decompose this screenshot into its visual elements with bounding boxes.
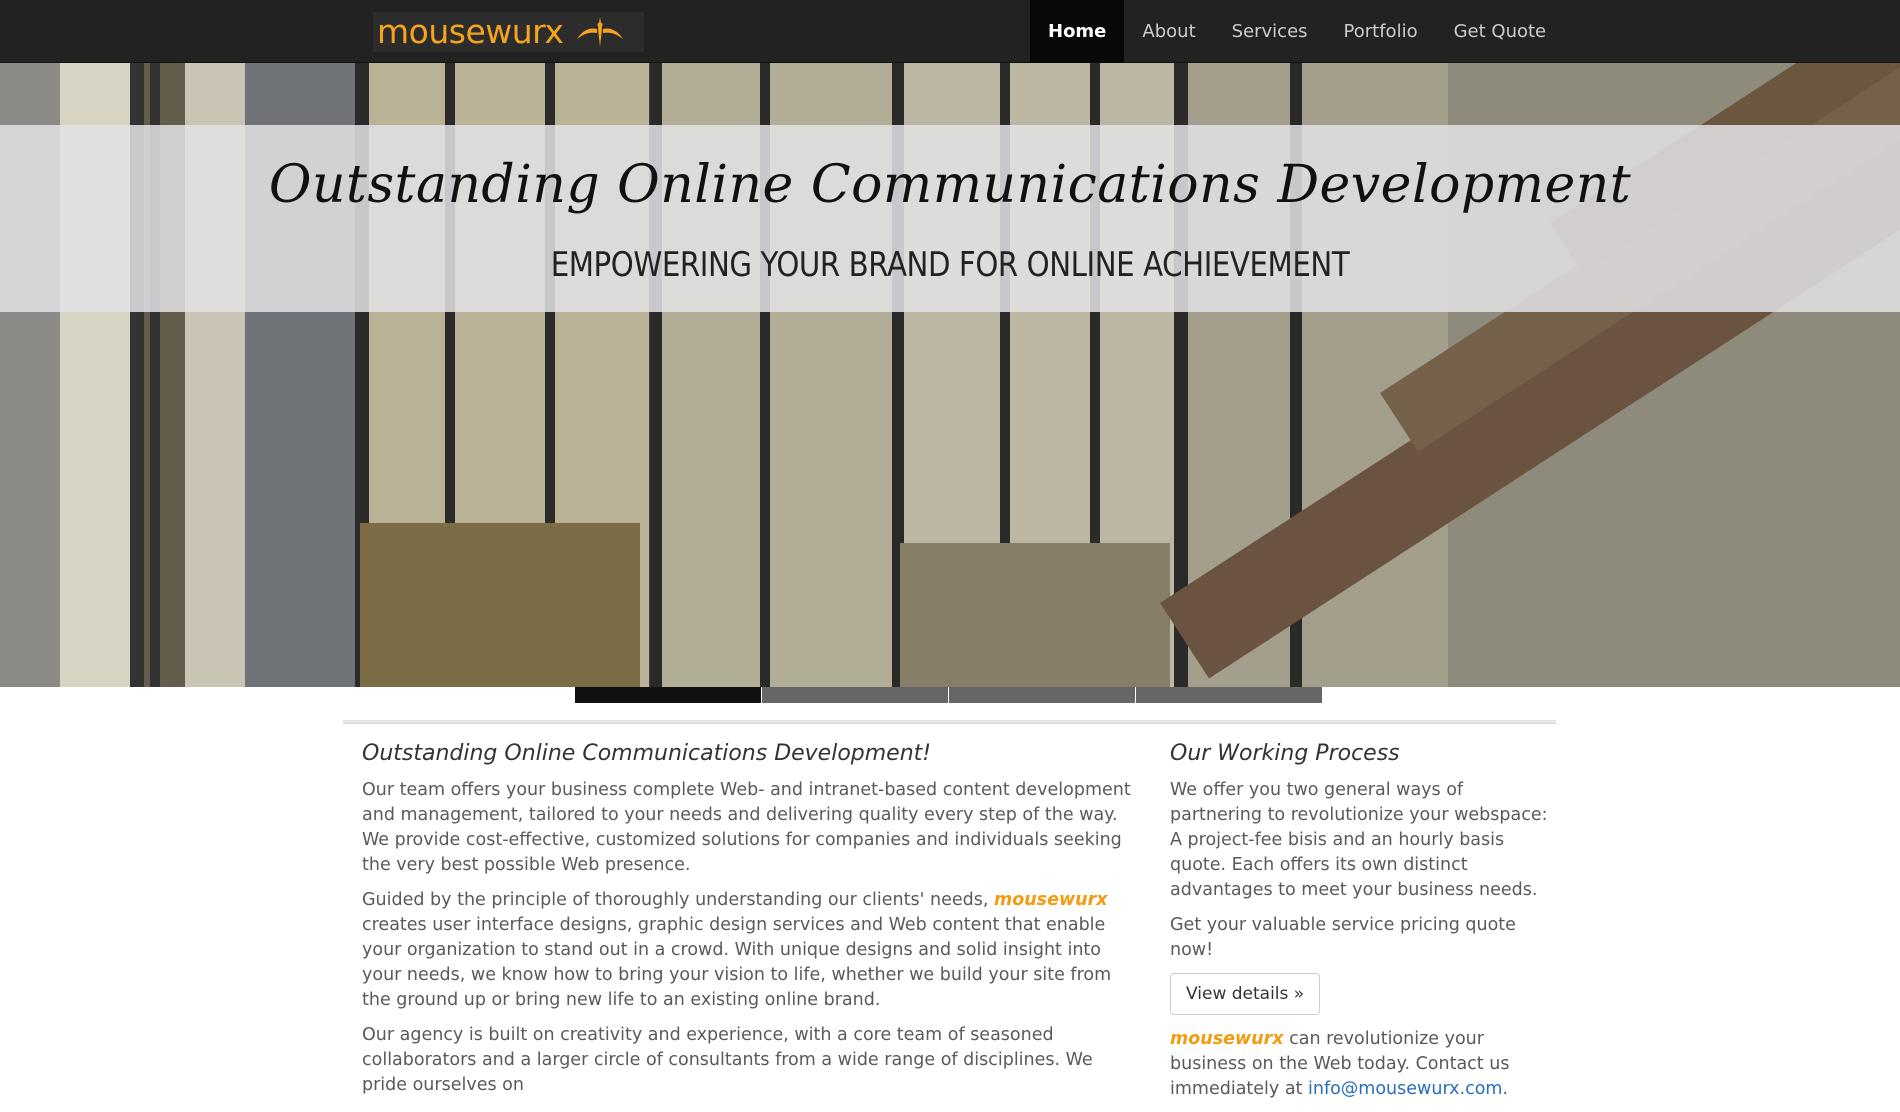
- main-paragraph-3: Our agency is built on creativity and ex…: [362, 1025, 1093, 1095]
- logo[interactable]: mousewurx: [373, 12, 644, 52]
- main-nav: Home About Services Portfolio Get Quote: [1030, 0, 1564, 63]
- email-link[interactable]: info@mousewurx.com: [1308, 1079, 1502, 1099]
- logo-text: mousewurx: [377, 12, 564, 51]
- winged-emblem-icon: [577, 17, 624, 47]
- navbar: mousewurx Home About Services Portfolio …: [0, 0, 1900, 63]
- nav-get-quote[interactable]: Get Quote: [1436, 0, 1565, 63]
- section-divider: [343, 720, 1556, 724]
- brand-name: mousewurx: [1170, 1029, 1284, 1049]
- carousel-indicator-3[interactable]: [949, 687, 1135, 703]
- hero-title: Outstanding Online Communications Develo…: [268, 155, 1632, 215]
- carousel-indicator-1[interactable]: [575, 687, 761, 703]
- nav-portfolio[interactable]: Portfolio: [1326, 0, 1436, 63]
- hero-carousel: Outstanding Online Communications Develo…: [0, 63, 1900, 687]
- carousel-indicators: [575, 687, 1323, 703]
- sidebar-paragraph-3: mousewurx can revolutionize your busines…: [1170, 1029, 1510, 1099]
- main-column: Outstanding Online Communications Develo…: [362, 741, 1132, 1108]
- sidebar-paragraph-1: We offer you two general ways of partner…: [1170, 780, 1548, 900]
- hero-subtitle: EMPOWERING YOUR BRAND FOR ONLINE ACHIEVE…: [550, 245, 1350, 285]
- sidebar-paragraph-2: Get your valuable service pricing quote …: [1170, 915, 1516, 960]
- nav-services[interactable]: Services: [1214, 0, 1326, 63]
- view-details-button[interactable]: View details »: [1170, 973, 1321, 1015]
- sidebar-column: Our Working Process We offer you two gen…: [1170, 741, 1550, 1112]
- carousel-indicator-4[interactable]: [1136, 687, 1322, 703]
- main-paragraph-2: Guided by the principle of thoroughly un…: [362, 890, 1112, 1010]
- main-paragraph-1: Our team offers your business complete W…: [362, 780, 1131, 875]
- main-heading: Outstanding Online Communications Develo…: [362, 741, 932, 766]
- nav-about[interactable]: About: [1124, 0, 1213, 63]
- brand-name: mousewurx: [993, 890, 1108, 910]
- nav-home[interactable]: Home: [1030, 0, 1125, 63]
- sidebar-heading: Our Working Process: [1170, 741, 1400, 766]
- carousel-indicator-2[interactable]: [762, 687, 948, 703]
